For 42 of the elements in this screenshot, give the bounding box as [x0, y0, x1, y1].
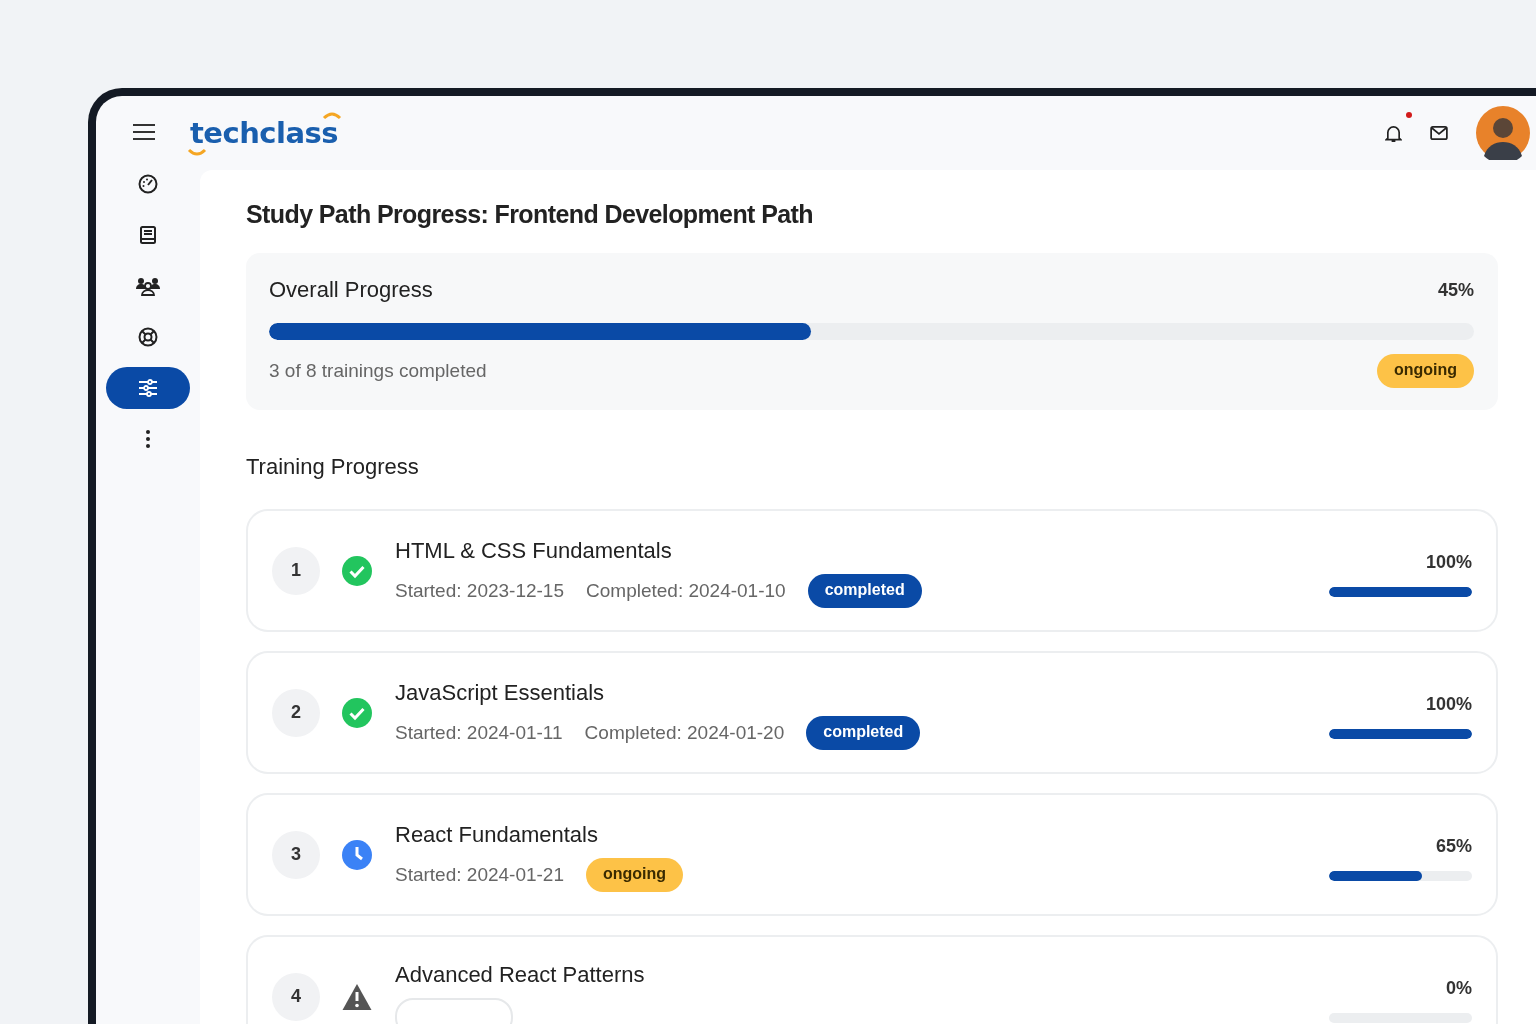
step-number: 4: [272, 972, 320, 1021]
step-number: 3: [272, 830, 320, 879]
start-date: Started: 2023-12-15: [395, 579, 564, 602]
sliders-icon: [138, 378, 158, 398]
training-percent: 65%: [1435, 836, 1472, 857]
training-title: Advanced React Patterns: [395, 961, 646, 988]
people-icon: [136, 276, 160, 296]
overall-progress-label: Overall Progress: [269, 277, 433, 303]
step-number: 2: [272, 688, 320, 737]
training-card[interactable]: 1 HTML & CSS Fundamentals Started: 2023-12-15 Completed: 2024-01-10 completed 100%: [246, 509, 1498, 632]
lifebuoy-icon: [138, 327, 158, 347]
overall-percent: 45%: [1437, 279, 1474, 301]
start-date: Started: 2024-01-11: [395, 721, 563, 744]
status-badge: ongoing: [1376, 354, 1474, 388]
mail-icon[interactable]: [1430, 126, 1448, 140]
menu-icon[interactable]: [132, 123, 156, 141]
trainings-summary: 3 of 8 trainings completed: [269, 360, 487, 382]
training-title: HTML & CSS Fundamentals: [395, 537, 673, 564]
training-title: React Fundamentals: [395, 821, 599, 848]
start-date: Started: 2024-01-21: [395, 863, 564, 886]
book-icon: [138, 225, 158, 245]
completion-date: Completed: 2024-01-20: [584, 721, 785, 744]
section-title: Training Progress: [246, 454, 420, 480]
training-card[interactable]: 4 Advanced React Patterns 0%: [246, 935, 1498, 1024]
gauge-icon: [138, 174, 158, 194]
training-percent: 100%: [1425, 694, 1472, 715]
training-percent: 0%: [1446, 978, 1472, 999]
sidebar-item-selected[interactable]: [106, 367, 190, 409]
page-title: Study Path Progress: Frontend Development Path: [246, 200, 814, 229]
bell-icon[interactable]: [1385, 123, 1402, 143]
avatar[interactable]: [1476, 106, 1530, 160]
completion-date: Completed: 2024-01-10: [586, 579, 786, 602]
step-number: 1: [272, 546, 320, 595]
logo[interactable]: techclass: [190, 110, 343, 156]
status-badge: completed: [807, 573, 922, 608]
status-badge: completed: [806, 715, 921, 750]
more-icon: [145, 429, 151, 449]
training-card[interactable]: 3 React Fundamentals Started: 2024-01-21 ongoing 65%: [246, 793, 1498, 916]
training-percent: 100%: [1425, 552, 1472, 573]
status-badge: ongoing: [586, 857, 684, 892]
training-title: JavaScript Essentials: [395, 679, 606, 706]
training-card[interactable]: 2 JavaScript Essentials Started: 2024-01-11 Completed: 2024-01-20 completed 100%: [246, 651, 1498, 774]
